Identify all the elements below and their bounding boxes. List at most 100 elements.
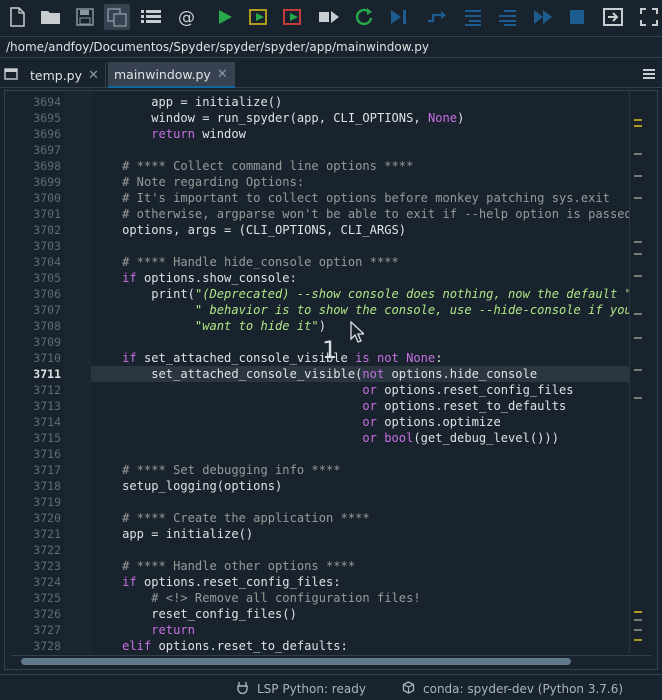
line-number: 3706 xyxy=(33,287,61,301)
lsp-status[interactable]: LSP Python: ready xyxy=(236,681,366,697)
run-selection-icon[interactable] xyxy=(316,4,342,30)
stop-icon[interactable] xyxy=(564,4,590,30)
code-line[interactable]: # **** Set debugging info **** xyxy=(93,462,341,478)
line-number: 3716 xyxy=(33,447,61,461)
code-line[interactable]: options, args = (CLI_OPTIONS, CLI_ARGS) xyxy=(93,222,406,238)
code-line[interactable]: or options.optimize xyxy=(93,414,500,430)
tab-mainwindow-py[interactable]: mainwindow.py ✕ xyxy=(108,62,235,88)
folding-area[interactable] xyxy=(65,91,91,653)
save-all-icon[interactable] xyxy=(104,4,130,30)
scrollbar-marker xyxy=(634,197,642,199)
browse-tabs-icon[interactable] xyxy=(4,66,18,85)
code-area[interactable]: app = initialize() window = run_spyder(a… xyxy=(91,91,629,653)
code-token: or xyxy=(362,399,377,413)
code-line[interactable]: # Note regarding Options: xyxy=(93,174,304,190)
vertical-scrollbar[interactable] xyxy=(629,91,655,653)
line-number: 3721 xyxy=(33,527,61,541)
rerun-icon[interactable] xyxy=(352,4,378,30)
code-line[interactable]: # **** Handle hide_console option **** xyxy=(93,254,399,270)
line-number: 3711 xyxy=(33,367,61,381)
line-number: 3710 xyxy=(33,351,61,365)
code-token: not xyxy=(362,367,385,381)
maximize-pane-icon[interactable] xyxy=(600,4,626,30)
code-token: if xyxy=(93,575,137,589)
code-line[interactable]: app = initialize() xyxy=(93,526,253,542)
code-token: None xyxy=(406,351,436,365)
step-into-icon[interactable] xyxy=(460,4,486,30)
close-icon[interactable]: ✕ xyxy=(217,67,228,82)
close-icon[interactable]: ✕ xyxy=(88,68,99,83)
open-file-icon[interactable] xyxy=(38,4,64,30)
code-line[interactable]: reset_config_files() xyxy=(93,606,297,622)
code-line[interactable]: if options.reset_config_files: xyxy=(93,574,340,590)
code-line[interactable]: elif options.reset_to_defaults: xyxy=(93,638,348,653)
line-number: 3701 xyxy=(33,207,61,221)
scrollbar-marker xyxy=(634,241,642,243)
code-line[interactable]: # **** Handle other options **** xyxy=(93,558,355,574)
scrollbar-marker xyxy=(634,369,642,371)
step-icon[interactable] xyxy=(424,4,450,30)
code-token: # otherwise, argparse won't be able to e… xyxy=(93,207,629,221)
line-number: 3717 xyxy=(33,463,61,477)
code-line[interactable]: # <!> Remove all configuration files! xyxy=(93,590,420,606)
scrollbar-marker xyxy=(634,611,642,613)
code-token: # **** Handle hide_console option **** xyxy=(93,255,399,269)
line-number: 3707 xyxy=(33,303,61,317)
debug-icon[interactable] xyxy=(386,4,412,30)
run-icon[interactable] xyxy=(212,4,238,30)
code-line[interactable]: app = initialize() xyxy=(93,94,282,110)
code-line[interactable]: setup_logging(options) xyxy=(93,478,282,494)
code-line[interactable]: or options.reset_config_files xyxy=(93,382,573,398)
code-line[interactable]: " behavior is to show the console, use -… xyxy=(93,302,629,318)
code-token: : xyxy=(435,351,443,365)
code-token: if xyxy=(93,271,137,285)
code-token: app = initialize() xyxy=(93,95,283,109)
outline-icon[interactable] xyxy=(138,4,164,30)
code-line[interactable]: if set_attached_console_visible is not N… xyxy=(93,350,443,366)
conda-status[interactable]: conda: spyder-dev (Python 3.7.6) xyxy=(402,681,623,697)
fullscreen-icon[interactable] xyxy=(636,4,662,30)
code-line[interactable]: print("(Deprecated) --show console does … xyxy=(93,286,629,302)
code-line[interactable]: window = run_spyder(app, CLI_OPTIONS, No… xyxy=(93,110,464,126)
line-number: 3698 xyxy=(33,159,61,173)
new-file-icon[interactable] xyxy=(4,4,30,30)
code-token: set_attached_console_visible( xyxy=(93,367,363,381)
save-icon[interactable] xyxy=(72,4,98,30)
code-line[interactable]: # **** Collect command line options **** xyxy=(93,158,413,174)
code-line[interactable]: # It's important to collect options befo… xyxy=(93,190,610,206)
line-number: 3708 xyxy=(33,319,61,333)
code-line[interactable]: return xyxy=(93,622,195,638)
code-line[interactable]: return window xyxy=(93,126,246,142)
run-cell-icon[interactable] xyxy=(246,4,272,30)
tab-temp-py[interactable]: temp.py ✕ xyxy=(24,62,106,88)
code-line[interactable]: or options.reset_to_defaults xyxy=(93,398,566,414)
code-line[interactable]: if options.show_console: xyxy=(93,270,297,286)
line-number-gutter: 3694 3695 3696 3697 3698 3699 3700 3701 3702 3703… xyxy=(5,91,63,653)
code-editor[interactable]: 3694 3695 3696 3697 3698 3699 3700 3701 3702 3703… xyxy=(4,90,658,670)
step-return-icon[interactable] xyxy=(494,4,520,30)
run-cell-advance-icon[interactable] xyxy=(280,4,306,30)
at-icon[interactable]: @ xyxy=(174,4,200,30)
code-line[interactable]: "want to hide it") xyxy=(93,318,326,334)
code-line[interactable]: # **** Create the application **** xyxy=(93,510,370,526)
code-token: window = run_spyder(app, CLI_OPTIONS, xyxy=(93,111,428,125)
code-line[interactable]: # otherwise, argparse won't be able to e… xyxy=(93,206,629,222)
horizontal-scrollbar[interactable] xyxy=(11,655,651,667)
code-line[interactable]: set_attached_console_visible(not options… xyxy=(93,366,537,382)
code-token: # **** Create the application **** xyxy=(93,511,370,525)
code-token: # **** Set debugging info **** xyxy=(93,463,341,477)
continue-icon[interactable] xyxy=(530,4,556,30)
horizontal-scrollbar-thumb[interactable] xyxy=(21,658,571,665)
tab-label: mainwindow.py xyxy=(114,66,211,82)
code-line[interactable]: or bool(get_debug_level())) xyxy=(93,430,559,446)
options-menu-icon[interactable] xyxy=(642,66,656,85)
line-number: 3704 xyxy=(33,255,61,269)
code-token: or xyxy=(362,415,377,429)
code-token: or xyxy=(362,431,377,445)
conda-status-text: conda: spyder-dev (Python 3.7.6) xyxy=(423,682,624,696)
scrollbar-marker xyxy=(634,175,642,177)
code-token: is not xyxy=(355,351,399,365)
code-token: # Note regarding Options: xyxy=(93,175,305,189)
code-token: return xyxy=(151,127,195,141)
line-number: 3697 xyxy=(33,143,61,157)
